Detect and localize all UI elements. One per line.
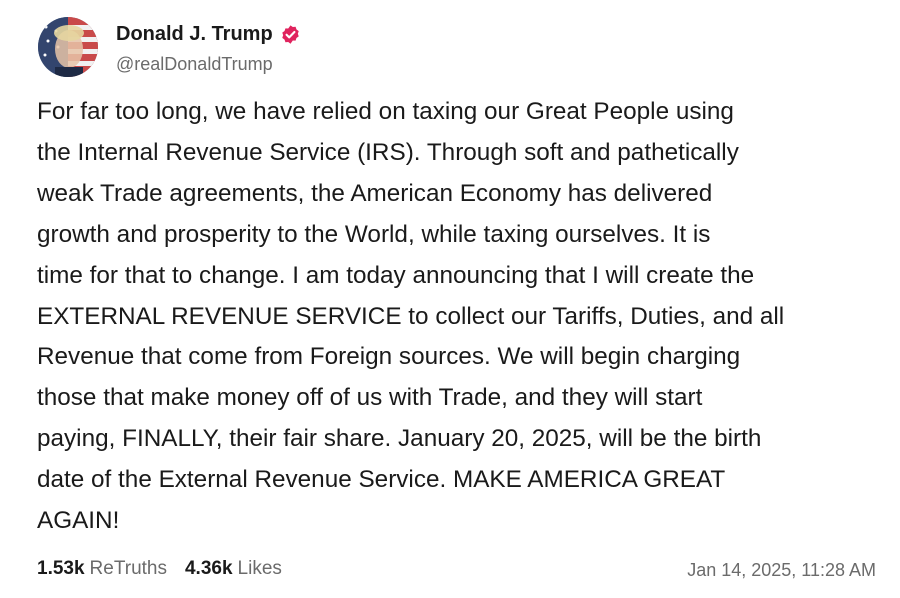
- author-name-row: Donald J. Trump: [116, 20, 301, 48]
- post-body: For far too long, we have relied on taxi…: [37, 92, 887, 542]
- author-display-name[interactable]: Donald J. Trump: [116, 23, 273, 46]
- post-line: paying, FINALLY, their fair share. Janua…: [37, 425, 762, 453]
- avatar-image: [38, 17, 98, 77]
- retruths-stat[interactable]: 1.53k ReTruths: [37, 558, 167, 580]
- retruths-label: ReTruths: [89, 558, 167, 579]
- post-timestamp[interactable]: Jan 14, 2025, 11:28 AM: [687, 560, 876, 581]
- likes-stat[interactable]: 4.36k Likes: [185, 558, 282, 580]
- post-line: AGAIN!: [37, 507, 120, 535]
- post-line: growth and prosperity to the World, whil…: [37, 220, 711, 248]
- post-card: Donald J. Trump @realDonaldTrump For far…: [0, 0, 900, 598]
- post-line: EXTERNAL REVENUE SERVICE to collect our …: [37, 302, 785, 330]
- author-handle[interactable]: @realDonaldTrump: [116, 54, 273, 75]
- post-line: time for that to change. I am today anno…: [37, 261, 755, 289]
- post-line: date of the External Revenue Service. MA…: [37, 466, 726, 494]
- post-line: Revenue that come from Foreign sources. …: [37, 343, 741, 371]
- avatar[interactable]: [38, 17, 98, 77]
- verified-badge-icon: [281, 24, 299, 44]
- likes-label: Likes: [237, 558, 282, 579]
- post-line: those that make money off of us with Tra…: [37, 384, 703, 412]
- post-line: For far too long, we have relied on taxi…: [37, 98, 734, 125]
- likes-count: 4.36k: [184, 558, 233, 579]
- post-stats: 1.53k ReTruths 4.36k Likes: [37, 558, 300, 580]
- post-line: the Internal Revenue Service (IRS). Thro…: [37, 138, 739, 166]
- retruths-count: 1.53k: [37, 558, 85, 579]
- post-line: weak Trade agreements, the American Econ…: [37, 179, 713, 207]
